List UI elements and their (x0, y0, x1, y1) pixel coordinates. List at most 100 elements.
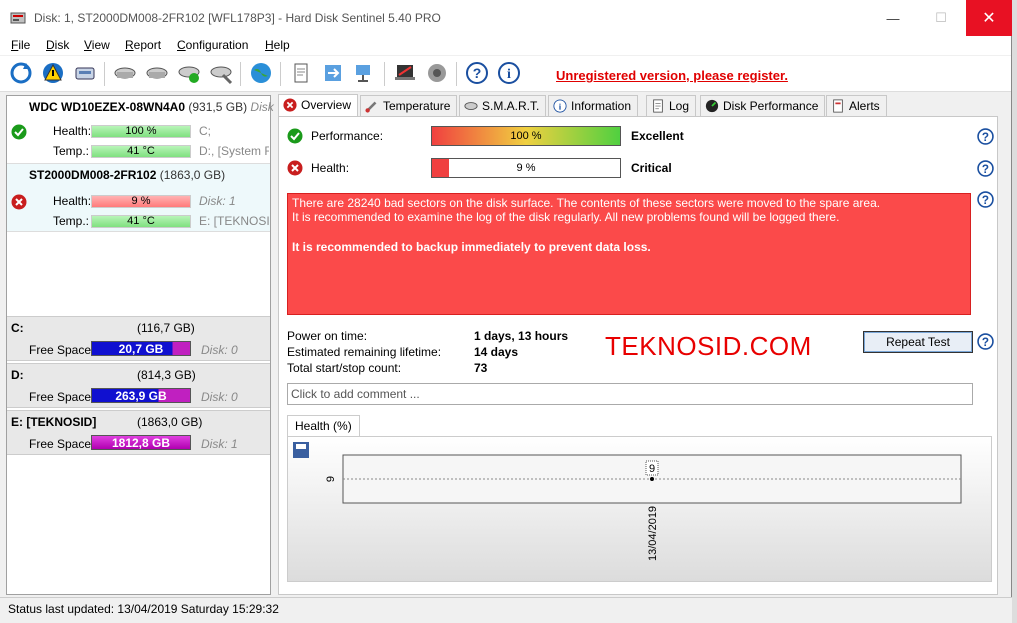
sound-icon[interactable] (424, 60, 450, 86)
toolbar-separator (280, 62, 281, 86)
volume-name: C: (11, 321, 24, 335)
disk-volumes: D:, [System R (199, 144, 269, 158)
send-report-icon[interactable] (320, 60, 346, 86)
disk-name: ST2000DM008-2FR102 (1863,0 GB) (29, 168, 226, 182)
menu-report[interactable]: Report (125, 38, 161, 52)
toolbar-separator (456, 62, 457, 86)
details-panel: Overview Temperature S.M.A.R.T. i Inform… (278, 94, 1003, 595)
tab-smart[interactable]: S.M.A.R.T. (459, 95, 547, 117)
menu-file[interactable]: File (11, 38, 30, 52)
volume-size: (116,7 GB) (137, 321, 195, 335)
health-chart: 9 9 13/04/2019 (287, 436, 992, 582)
maximize-button[interactable]: ☐ (918, 0, 964, 36)
disk-test-icon[interactable] (112, 60, 138, 86)
health-bar: 100 % (91, 125, 191, 138)
tab-temperature[interactable]: Temperature (360, 95, 458, 117)
volume-e[interactable]: E: [TEKNOSID] (1863,0 GB) Free Space 181… (7, 410, 270, 455)
health-status: Critical (631, 161, 672, 175)
volume-size: (814,3 GB) (137, 368, 196, 382)
alerts-icon (833, 99, 843, 113)
status-text: Status last updated: 13/04/2019 Saturday… (8, 602, 279, 616)
help-icon[interactable]: ? (977, 128, 994, 145)
network-icon[interactable] (352, 60, 378, 86)
disk-entry-1[interactable]: ST2000DM008-2FR102 (1863,0 GB) Health: 9… (7, 164, 270, 232)
disk-surface-icon[interactable] (144, 60, 170, 86)
menu-disk[interactable]: Disk (46, 38, 69, 52)
globe-icon[interactable] (248, 60, 274, 86)
performance-bar: 100 % (431, 126, 621, 146)
help-icon[interactable]: ? (977, 191, 994, 208)
window-title: Disk: 1, ST2000DM008-2FR102 [WFL178P3] -… (34, 11, 441, 25)
temp-bar: 41 °C (91, 145, 191, 158)
health-bar: 9 % (431, 158, 621, 178)
disk-drive-letters: C; (199, 124, 211, 138)
health-label: Health: (53, 124, 92, 138)
close-button[interactable]: ✕ (966, 0, 1012, 36)
volume-disk: Disk: 0 (201, 343, 238, 357)
volume-c[interactable]: C: (116,7 GB) Free Space 20,7 GB Disk: 0 (7, 316, 270, 361)
refresh-icon[interactable] (8, 60, 34, 86)
tab-strip: Overview Temperature S.M.A.R.T. i Inform… (278, 94, 1003, 118)
menu-view[interactable]: View (84, 38, 110, 52)
alert-warning-icon[interactable] (40, 60, 66, 86)
tab-disk-performance[interactable]: Disk Performance (700, 95, 826, 117)
ok-check-icon (11, 124, 27, 140)
chart-y-tick-label: 9 (325, 476, 337, 482)
svg-text:?: ? (982, 131, 989, 144)
svg-text:?: ? (473, 65, 482, 81)
comment-input[interactable]: Click to add comment ... (287, 383, 973, 405)
hard-disk-sentinel-app-icon (10, 12, 26, 24)
health-label: Health: (311, 161, 350, 175)
menu-configuration[interactable]: Configuration (177, 38, 248, 52)
menu-help[interactable]: Help (265, 38, 290, 52)
info-icon: i (553, 99, 567, 113)
toolbar-separator (240, 62, 241, 86)
temp-bar: 41 °C (91, 215, 191, 228)
start-stop-label: Total start/stop count: (287, 361, 402, 375)
alert-text-line: There are 28240 bad sectors on the disk … (292, 196, 881, 210)
help-icon[interactable]: ? (464, 60, 490, 86)
tab-alerts[interactable]: Alerts (826, 95, 887, 117)
disk-icon (464, 102, 478, 110)
register-link[interactable]: Unregistered version, please register. (556, 68, 788, 83)
svg-text:?: ? (982, 336, 989, 349)
disk-info-icon[interactable] (72, 60, 98, 86)
toolbar: ? i Unregistered version, please registe… (0, 56, 1011, 92)
tab-log[interactable]: Log (646, 95, 697, 117)
laptop-icon[interactable] (392, 60, 418, 86)
disk-settings-icon[interactable] (208, 60, 234, 86)
error-x-icon (11, 194, 27, 210)
svg-text:?: ? (982, 163, 989, 176)
disk-number: Disk: 1 (199, 194, 236, 208)
ok-check-icon (287, 128, 303, 144)
performance-value: 100 % (510, 130, 542, 142)
report-icon[interactable] (288, 60, 314, 86)
repeat-test-button[interactable]: Repeat Test (863, 331, 973, 353)
disk-check-icon[interactable] (176, 60, 202, 86)
free-space-bar: 1812,8 GB (91, 435, 191, 450)
toolbar-separator (384, 62, 385, 86)
overview-panel: Performance: 100 % Excellent ? Health: 9… (278, 116, 998, 595)
disk-entry-0[interactable]: WDC WD10EZEX-08WN4A0 (931,5 GB) Disk Hea… (7, 96, 274, 164)
tab-health-chart[interactable]: Health (%) (287, 415, 360, 437)
health-chart-svg: 9 9 13/04/2019 (293, 442, 962, 561)
svg-text:i: i (507, 67, 511, 82)
status-bar: Status last updated: 13/04/2019 Saturday… (0, 597, 1012, 623)
health-row: Health: 9 % Critical (285, 158, 975, 178)
disk-name: WDC WD10EZEX-08WN4A0 (931,5 GB) Disk (29, 100, 274, 114)
minimize-button[interactable]: — (870, 0, 916, 36)
volume-d[interactable]: D: (814,3 GB) Free Space 263,9 GB Disk: … (7, 363, 270, 408)
lifetime-label: Estimated remaining lifetime: (287, 345, 442, 359)
alert-backup-warning: It is recommended to backup immediately … (292, 240, 651, 254)
tab-overview[interactable]: Overview (278, 94, 359, 118)
chart-data-point (650, 477, 654, 481)
info-icon[interactable]: i (496, 60, 522, 86)
volume-name: E: [TEKNOSID] (11, 415, 97, 429)
tab-information[interactable]: i Information (548, 95, 639, 117)
desktop-background (1012, 0, 1017, 623)
help-icon[interactable]: ? (977, 160, 994, 177)
disk-volumes: E: [TEKNOSID (199, 214, 269, 228)
volume-size: (1863,0 GB) (137, 415, 203, 429)
performance-status: Excellent (631, 129, 684, 143)
help-icon[interactable]: ? (977, 333, 994, 350)
